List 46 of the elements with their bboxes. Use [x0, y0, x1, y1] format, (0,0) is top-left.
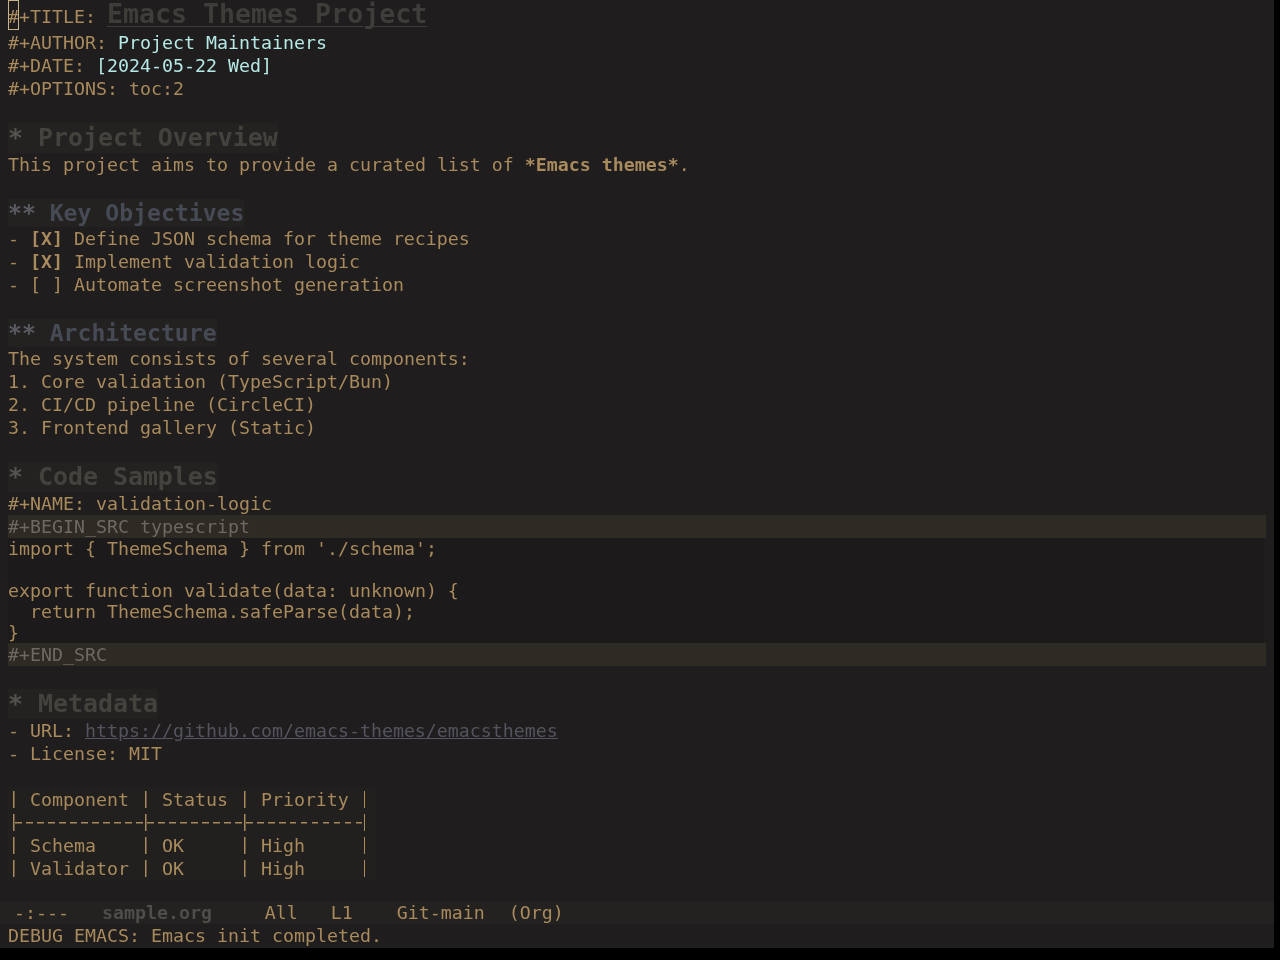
heading-stars: **: [8, 320, 36, 346]
field-label: URL:: [30, 720, 74, 741]
list-item-text: CI/CD pipeline (CircleCI): [41, 394, 316, 415]
list-bullet: -: [8, 251, 19, 272]
list-number: 3.: [8, 417, 30, 438]
list-bullet: -: [8, 274, 19, 295]
checkbox[interactable]: [X]: [30, 228, 63, 249]
table-cell: High: [244, 857, 366, 880]
heading-stars: *: [8, 462, 23, 491]
author-name: Project Maintainers: [117, 32, 327, 53]
heading-stars: *: [8, 123, 23, 152]
paragraph: The system consists of several components:: [8, 348, 470, 369]
list-item-text: Define JSON schema for theme recipes: [73, 228, 470, 249]
major-mode: (Org): [508, 901, 564, 924]
keyword-key: #+AUTHOR:: [8, 32, 107, 53]
keyword-value: validation-logic: [95, 493, 272, 514]
checkbox[interactable]: [ ]: [30, 274, 63, 295]
echo-message: DEBUG EMACS: Emacs init completed.: [8, 925, 382, 946]
keyword-key: #+NAME:: [8, 493, 85, 514]
list-item-text: Core validation (TypeScript/Bun): [41, 371, 393, 392]
modified-status: -:---: [14, 901, 69, 924]
field-label: License:: [30, 743, 118, 764]
keyword-key: #+OPTIONS:: [8, 78, 118, 99]
src-block-end: #+END_SRC: [8, 643, 1266, 666]
vc-branch: Git-main: [396, 901, 485, 924]
table-header-cell: Priority: [244, 788, 366, 811]
list-item-text: Implement validation logic: [73, 251, 360, 272]
paragraph: This project aims to provide a curated list of *Emacs themes*.: [8, 154, 690, 175]
list-bullet: -: [8, 743, 19, 764]
src-block-begin: #+BEGIN_SRC typescript: [8, 515, 1266, 538]
keyword-value: toc:2: [128, 78, 184, 99]
line-indicator: L1: [330, 901, 353, 924]
list-item-text: Automate screenshot generation: [73, 274, 404, 295]
list-item-text: Frontend gallery (Static): [41, 417, 316, 438]
date-text: [2024-05-22 Wed]: [95, 55, 272, 76]
scroll-position: All: [264, 901, 298, 924]
keyword-key: #+DATE:: [8, 55, 85, 76]
table-cell: High: [244, 834, 366, 857]
heading-stars: *: [8, 689, 23, 718]
field-value: MIT: [128, 743, 162, 764]
heading-stars: **: [8, 200, 36, 226]
list-number: 1.: [8, 371, 30, 392]
list-number: 2.: [8, 394, 30, 415]
checkbox[interactable]: [X]: [30, 251, 63, 272]
list-bullet: -: [8, 720, 19, 741]
list-bullet: -: [8, 228, 19, 249]
